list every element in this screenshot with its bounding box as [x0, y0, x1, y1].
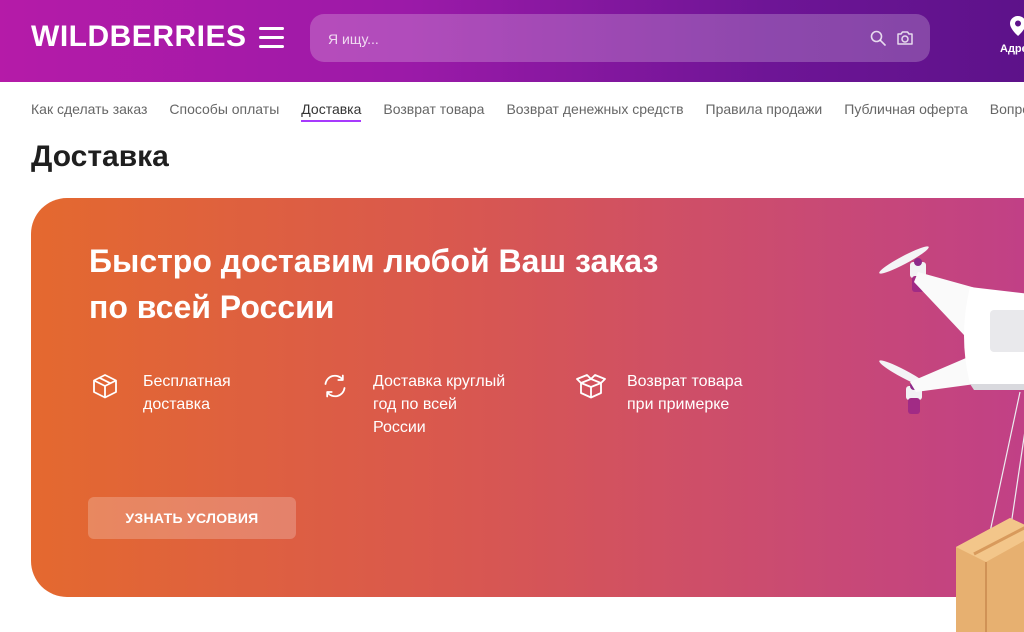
feature-line: Доставка круглый — [373, 373, 506, 390]
info-nav: Как сделать заказ Способы оплаты Доставка В… — [31, 101, 1024, 122]
nav-item-sale-rules[interactable]: Правила продажи — [706, 101, 823, 120]
nav-item-how-to-order[interactable]: Как сделать заказ — [31, 101, 147, 120]
nav-item-delivery[interactable]: Доставка — [301, 101, 362, 122]
camera-icon[interactable] — [896, 30, 914, 46]
address-button[interactable]: Адрес — [998, 16, 1024, 60]
feature-line: России — [373, 419, 426, 436]
feature-line: доставка — [143, 396, 211, 413]
page-title: Доставка — [31, 140, 169, 173]
banner-title-line-2: по всей России — [89, 289, 335, 325]
box-icon — [93, 374, 117, 399]
feature-line: при примерке — [627, 396, 730, 413]
open-box-icon — [576, 374, 606, 399]
nav-item-public-offer[interactable]: Публичная оферта — [844, 101, 968, 120]
learn-conditions-button[interactable]: УЗНАТЬ УСЛОВИЯ — [88, 497, 296, 539]
nav-item-returns[interactable]: Возврат товара — [383, 101, 484, 120]
search-input[interactable] — [326, 14, 864, 64]
nav-item-faq[interactable]: Вопросы — [990, 101, 1024, 120]
feature-line: Возврат товара — [627, 373, 743, 390]
address-label: Адрес — [1000, 43, 1024, 55]
site-header: WILDBERRIES Адрес — [0, 0, 1024, 82]
drone-illustration — [879, 246, 1024, 632]
feature-line: год по всей — [373, 396, 457, 413]
search-icon[interactable] — [870, 30, 886, 46]
nav-item-refunds[interactable]: Возврат денежных средств — [506, 101, 683, 120]
logo[interactable]: WILDBERRIES — [31, 20, 247, 54]
location-pin-icon — [1010, 16, 1024, 36]
nav-item-payment-methods[interactable]: Способы оплаты — [169, 101, 279, 120]
menu-icon[interactable] — [259, 27, 284, 49]
feature-line: Бесплатная — [143, 373, 231, 390]
banner-title: Быстро доставим любой Ваш заказ по всей … — [89, 238, 749, 330]
search-bar — [310, 14, 930, 64]
banner-title-line-1: Быстро доставим любой Ваш заказ — [89, 243, 659, 279]
refresh-icon — [324, 374, 346, 398]
